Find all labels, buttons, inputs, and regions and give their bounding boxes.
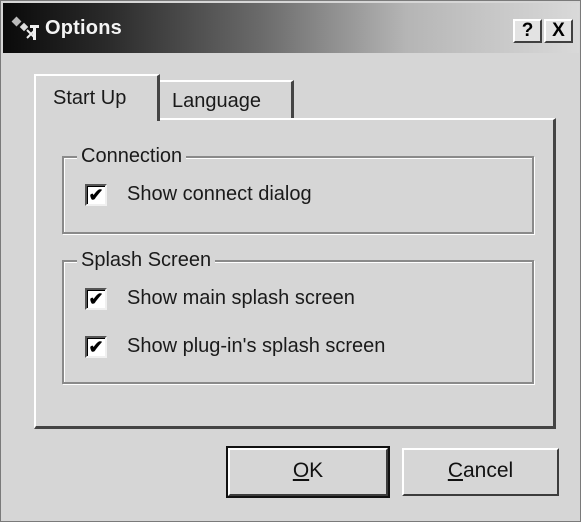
splash-screen-group-label: Splash Screen bbox=[77, 249, 216, 272]
help-button[interactable]: ? bbox=[513, 19, 542, 43]
show-connect-dialog-checkbox[interactable]: ✔ bbox=[85, 184, 107, 206]
close-icon: X bbox=[552, 20, 565, 41]
help-icon: ? bbox=[521, 20, 534, 41]
show-plugin-splash-label[interactable]: Show plug-in's splash screen bbox=[127, 335, 385, 358]
ok-label: K bbox=[309, 459, 324, 482]
dialog-title: Options bbox=[45, 17, 122, 39]
show-connect-dialog-label[interactable]: Show connect dialog bbox=[127, 183, 312, 206]
show-main-splash-checkbox[interactable]: ✔ bbox=[85, 288, 107, 310]
show-main-splash-label[interactable]: Show main splash screen bbox=[127, 287, 355, 310]
ok-accelerator: O bbox=[292, 459, 310, 482]
check-mark-icon: ✔ bbox=[88, 289, 104, 309]
connection-group-label: Connection bbox=[77, 145, 187, 168]
check-mark-icon: ✔ bbox=[88, 185, 104, 205]
tab-label: Start Up bbox=[53, 87, 127, 109]
title-bar[interactable]: Options ? X bbox=[3, 3, 579, 53]
close-button[interactable]: X bbox=[544, 19, 573, 43]
ok-button[interactable]: OK bbox=[226, 446, 390, 498]
options-dialog: Options ? X Start Up Language Connection… bbox=[0, 0, 581, 522]
cancel-button[interactable]: Cancel bbox=[402, 448, 559, 496]
tab-start-up[interactable]: Start Up bbox=[34, 74, 160, 121]
splash-screen-group bbox=[62, 260, 534, 384]
show-plugin-splash-checkbox[interactable]: ✔ bbox=[85, 336, 107, 358]
cancel-label: ancel bbox=[462, 459, 514, 482]
check-mark-icon: ✔ bbox=[88, 337, 104, 357]
tab-language[interactable]: Language bbox=[158, 80, 294, 118]
tab-label: Language bbox=[172, 90, 261, 112]
options-app-icon bbox=[11, 16, 39, 40]
cancel-accelerator: C bbox=[447, 459, 463, 482]
